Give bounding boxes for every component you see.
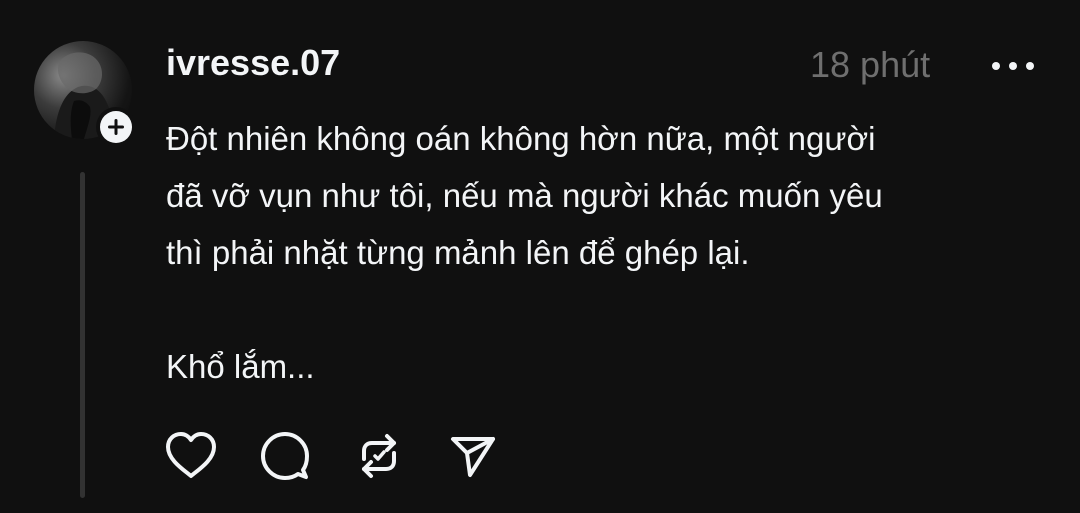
follow-button[interactable]: [96, 107, 136, 147]
reply-button[interactable]: [257, 428, 313, 484]
more-options-button[interactable]: [985, 52, 1041, 80]
post-timestamp: 18 phút: [810, 44, 931, 85]
post-text-line: Đột nhiên không oán không hờn nữa, một n…: [166, 120, 876, 157]
like-button[interactable]: [163, 428, 219, 484]
post-body: Đột nhiên không oán không hờn nữa, một n…: [166, 110, 1056, 395]
post-text-line: đã vỡ vụn như tôi, nếu mà người khác muố…: [166, 177, 883, 214]
post-text-line: thì phải nhặt từng mảnh lên để ghép lại.: [166, 234, 750, 271]
post-actions: [163, 428, 539, 484]
thread-post: ivresse.07 18 phút Đột nhiên không oán k…: [0, 0, 1080, 513]
repost-button[interactable]: [351, 428, 407, 484]
more-horizontal-icon: [992, 62, 1034, 70]
post-text-closing: Khổ lắm...: [166, 348, 315, 385]
repost-icon: [362, 434, 396, 478]
thread-line: [80, 172, 85, 498]
username[interactable]: ivresse.07: [166, 42, 340, 84]
share-button[interactable]: [445, 428, 501, 484]
plus-icon: [108, 119, 124, 135]
comment-icon: [261, 432, 309, 480]
send-icon: [451, 437, 495, 477]
heart-icon: [166, 432, 216, 478]
